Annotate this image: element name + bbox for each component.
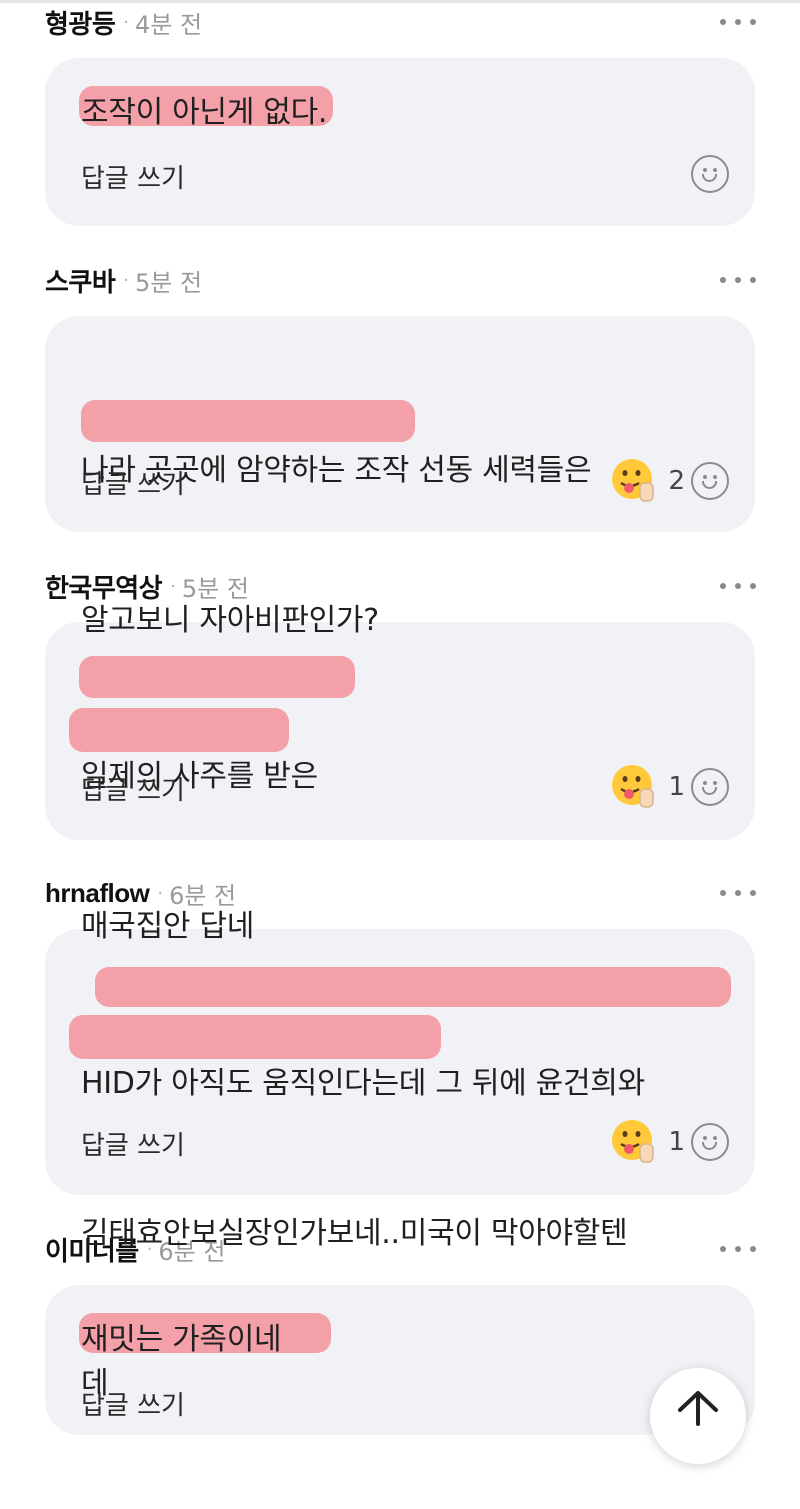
more-options-icon[interactable] (720, 879, 756, 907)
more-options-icon[interactable] (720, 572, 756, 600)
more-options-icon[interactable] (720, 266, 756, 294)
tongue-face-emoji-icon[interactable] (610, 763, 658, 811)
add-reaction-smiley-icon[interactable] (691, 462, 729, 500)
tongue-face-emoji-icon[interactable] (610, 457, 658, 505)
more-options-icon[interactable] (720, 1235, 756, 1263)
comment-author[interactable]: 스쿠바 (45, 262, 116, 299)
add-reaction-smiley-icon[interactable] (691, 155, 729, 193)
reaction-count: 2 (668, 466, 685, 496)
comment-bubble: HID가 아직도 움직인다는데 그 뒤에 윤건희와 김태효안보실장인가보네..미… (45, 929, 755, 1401)
comment-bubble: 일제의 사주를 받은 매국집안 답네 답글 쓰기 1 (45, 622, 755, 944)
reaction-count: 1 (668, 1127, 685, 1157)
tongue-face-emoji-icon[interactable] (610, 1118, 658, 1166)
comment-line: HID가 아직도 움직인다는데 그 뒤에 윤건희와 (81, 1066, 645, 1101)
comment-time: 4분 전 (135, 10, 203, 39)
comment-meta: 스쿠바 · 5분 전 (45, 258, 202, 302)
comment-line: 재밋는 가족이네 (81, 1322, 282, 1357)
meta-separator: · (123, 269, 129, 291)
comment-time: 5분 전 (135, 268, 203, 297)
meta-separator: · (123, 11, 129, 33)
reply-button[interactable]: 답글 쓰기 (81, 1125, 185, 1162)
comment-bubble: 조작이 아닌게 없다. 답글 쓰기 (45, 58, 755, 226)
reaction-area (691, 155, 729, 193)
reaction-count: 1 (668, 772, 685, 802)
reply-button[interactable]: 답글 쓰기 (81, 1385, 185, 1422)
comment-meta: 형광등 · 4분 전 (45, 0, 202, 44)
comment-line: 매국집안 답네 (81, 909, 255, 944)
comment-bubble: 나라 곳곳에 암약하는 조작 선동 세력들은 알고보니 자아비판인가? 답글 쓰… (45, 316, 755, 638)
comment-text: 재밋는 가족이네 (81, 1315, 715, 1365)
reply-button[interactable]: 답글 쓰기 (81, 158, 185, 195)
comment-line: 알고보니 자아비판인가? (81, 603, 379, 638)
reaction-area: 1 (610, 1118, 729, 1166)
reaction-area: 1 (610, 763, 729, 811)
reply-button[interactable]: 답글 쓰기 (81, 770, 185, 807)
more-options-icon[interactable] (720, 8, 756, 36)
reaction-area: 2 (610, 457, 729, 505)
comment-author[interactable]: 형광등 (45, 4, 116, 41)
add-reaction-smiley-icon[interactable] (691, 768, 729, 806)
comment-line: 조작이 아닌게 없다. (81, 95, 328, 130)
add-reaction-smiley-icon[interactable] (691, 1123, 729, 1161)
comment-text: HID가 아직도 움직인다는데 그 뒤에 윤건희와 김태효안보실장인가보네..미… (81, 959, 715, 1509)
comment-line: 김태효안보실장인가보네..미국이 막아야할텐 (81, 1216, 628, 1251)
reply-button[interactable]: 답글 쓰기 (81, 464, 185, 501)
comment-text: 조작이 아닌게 없다. (81, 88, 715, 138)
